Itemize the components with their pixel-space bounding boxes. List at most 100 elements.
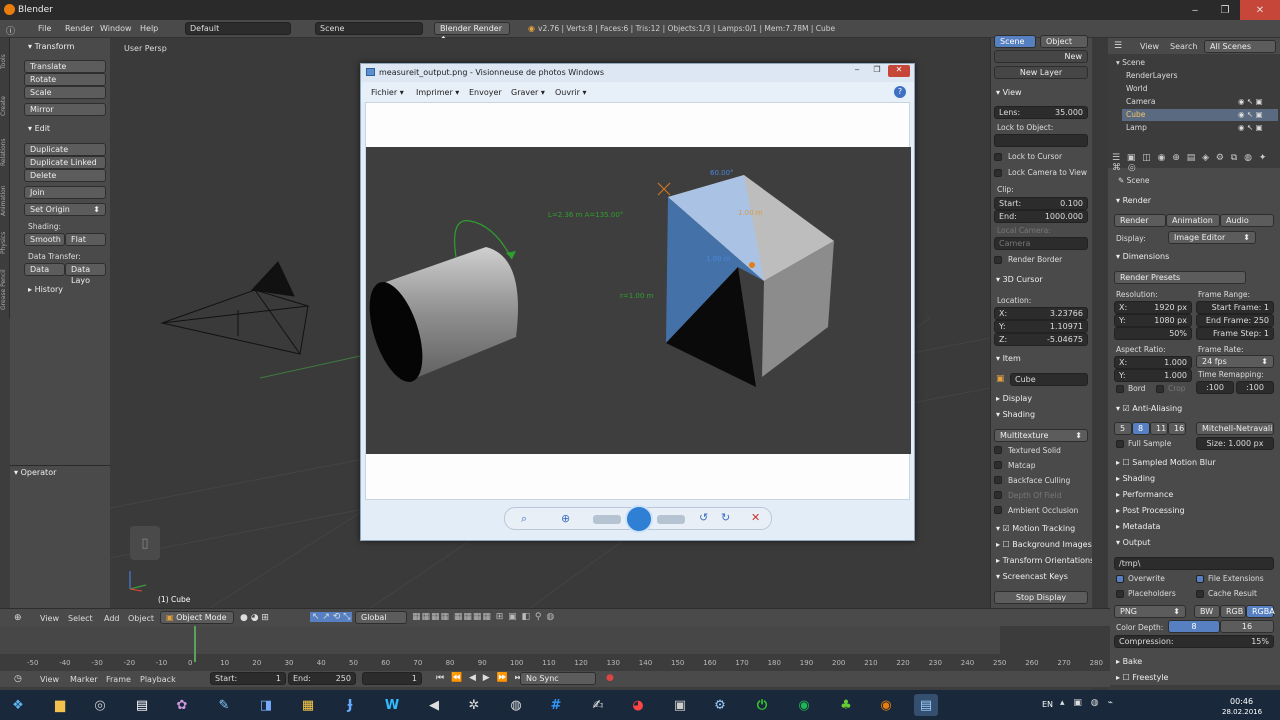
aspect-y-field[interactable]: Y: 1.000 bbox=[1114, 369, 1192, 382]
clip-start-field[interactable]: Start: 0.100 bbox=[994, 197, 1088, 210]
zoom-icon[interactable]: ⌕ bbox=[521, 512, 527, 526]
bg-images-header[interactable]: ▸ ☐ Background Images bbox=[996, 540, 1092, 549]
app-icon-7[interactable]: ◀ bbox=[422, 694, 446, 716]
render-engine-select[interactable]: Blender Render ⬍ bbox=[434, 22, 510, 44]
outliner-item-lamp[interactable]: Lamp bbox=[1126, 123, 1147, 132]
rgba-button[interactable]: RGBA bbox=[1246, 605, 1275, 618]
history-panel-header[interactable]: ▸ History bbox=[28, 285, 63, 294]
remap-new-field[interactable]: :100 bbox=[1236, 381, 1274, 394]
layout-selector[interactable]: Default bbox=[185, 22, 291, 35]
backface-checkbox[interactable] bbox=[994, 476, 1002, 484]
layer-buttons[interactable]: ▦▦▦▦ ▦▦▦▦ ⊞ ▣ ◧ ⚲ ◍ bbox=[412, 612, 555, 622]
display-panel-header[interactable]: ▸ Display bbox=[996, 394, 1032, 403]
notepad-icon[interactable]: ▤ bbox=[130, 694, 154, 716]
depth-16-button[interactable]: 16 bbox=[1220, 620, 1274, 633]
ao-checkbox[interactable] bbox=[994, 506, 1002, 514]
end-frame-input[interactable]: End: 250 bbox=[288, 672, 356, 685]
menu-graver[interactable]: Graver ▾ bbox=[511, 88, 545, 97]
remap-old-field[interactable]: :100 bbox=[1196, 381, 1234, 394]
cursor-x-field[interactable]: X: 3.23766 bbox=[994, 307, 1088, 320]
render-audio-button[interactable]: Audio bbox=[1220, 214, 1274, 227]
res-x-field[interactable]: X: 1920 px bbox=[1114, 301, 1192, 314]
tl-frame-menu[interactable]: Frame bbox=[106, 675, 131, 684]
output-header[interactable]: ▾ Output bbox=[1116, 538, 1150, 547]
transform-panel-header[interactable]: ▾ Transform bbox=[28, 42, 74, 51]
cursor-y-field[interactable]: Y: 1.10971 bbox=[994, 320, 1088, 333]
aa-8-button[interactable]: 8 bbox=[1132, 422, 1150, 435]
render-presets-select[interactable]: Render Presets bbox=[1114, 271, 1246, 284]
tl-playback-menu[interactable]: Playback bbox=[140, 675, 176, 684]
steam-icon[interactable]: ⚙ bbox=[708, 694, 732, 716]
mirror-button[interactable]: Mirror bbox=[24, 103, 106, 116]
file-format-select[interactable]: PNG ⬍ bbox=[1114, 605, 1186, 618]
sync-select[interactable]: No Sync bbox=[520, 672, 596, 685]
tab-animation[interactable]: Animation bbox=[0, 178, 10, 224]
vp-view-menu[interactable]: View bbox=[40, 614, 59, 623]
start-icon[interactable]: ❖ bbox=[6, 694, 30, 716]
menu-imprimer[interactable]: Imprimer ▾ bbox=[416, 88, 459, 97]
vp-add-menu[interactable]: Add bbox=[104, 614, 120, 623]
local-camera-field[interactable]: Camera bbox=[994, 237, 1088, 250]
app-icon-1[interactable]: ✿ bbox=[170, 694, 194, 716]
motion-blur-header[interactable]: ▸ ☐ Sampled Motion Blur bbox=[1116, 458, 1216, 467]
spotify-icon[interactable]: ◉ bbox=[792, 694, 816, 716]
item-panel-header[interactable]: ▾ Item bbox=[996, 354, 1021, 363]
menu-ouvrir[interactable]: Ouvrir ▾ bbox=[555, 88, 586, 97]
aspect-x-field[interactable]: X: 1.000 bbox=[1114, 356, 1192, 369]
menu-envoyer[interactable]: Envoyer bbox=[469, 88, 502, 97]
slideshow-button[interactable] bbox=[625, 505, 653, 533]
screencast-header[interactable]: ▾ Screencast Keys bbox=[996, 572, 1068, 581]
outliner-item-world[interactable]: World bbox=[1126, 84, 1148, 93]
cursor-z-field[interactable]: Z: -5.04675 bbox=[994, 333, 1088, 346]
compression-slider[interactable]: Compression: 15% bbox=[1114, 635, 1274, 648]
fps-select[interactable]: 24 fps ⬍ bbox=[1196, 355, 1274, 368]
fit-window-icon[interactable]: ⊕ bbox=[561, 512, 570, 525]
translate-button[interactable]: Translate bbox=[24, 60, 106, 73]
menu-file[interactable]: File bbox=[38, 24, 51, 33]
render-animation-button[interactable]: Animation bbox=[1166, 214, 1220, 227]
new-button[interactable]: New bbox=[994, 50, 1088, 63]
next-button[interactable] bbox=[657, 515, 685, 524]
menu-window[interactable]: Window bbox=[100, 24, 132, 33]
lock-cursor-checkbox[interactable] bbox=[994, 153, 1002, 161]
aa-16-button[interactable]: 16 bbox=[1168, 422, 1186, 435]
matcap-checkbox[interactable] bbox=[994, 461, 1002, 469]
performance-header[interactable]: ▸ Performance bbox=[1116, 490, 1173, 499]
display-select[interactable]: Image Editor ⬍ bbox=[1168, 231, 1256, 244]
smooth-button[interactable]: Smooth bbox=[24, 233, 65, 246]
post-processing-header[interactable]: ▸ Post Processing bbox=[1116, 506, 1185, 515]
menu-render[interactable]: Render bbox=[65, 24, 93, 33]
orientation-select[interactable]: Global bbox=[355, 611, 407, 624]
transform-orient-header[interactable]: ▸ Transform Orientations bbox=[996, 556, 1094, 565]
visibility-eye-icon[interactable]: ◉ ↖ ▣ bbox=[1238, 97, 1263, 106]
app-icon-8[interactable]: ✲ bbox=[462, 694, 486, 716]
full-sample-checkbox[interactable] bbox=[1116, 440, 1124, 448]
scene-toggle[interactable]: Scene bbox=[994, 35, 1036, 48]
new-layer-button[interactable]: New Layer bbox=[994, 66, 1088, 79]
vp-select-menu[interactable]: Select bbox=[68, 614, 93, 623]
scale-button[interactable]: Scale bbox=[24, 86, 106, 99]
metadata-header[interactable]: ▸ Metadata bbox=[1116, 522, 1160, 531]
timeline-editor-icon[interactable]: ◷ bbox=[14, 674, 22, 684]
playback-controls[interactable]: ⏮ ⏪ ◀ ▶ ⏩ ⏭ bbox=[436, 673, 525, 683]
app-icon-13[interactable]: ⏻ bbox=[750, 694, 774, 716]
outliner-item-camera[interactable]: Camera bbox=[1126, 97, 1155, 106]
app-icon-2[interactable]: ✎ bbox=[212, 694, 236, 716]
tab-physics[interactable]: Physics bbox=[0, 228, 10, 258]
record-icon[interactable]: ● bbox=[606, 673, 614, 683]
rgb-button[interactable]: RGB bbox=[1220, 605, 1246, 618]
dimensions-panel-header[interactable]: ▾ Dimensions bbox=[1116, 252, 1169, 261]
app-icon-6[interactable]: W bbox=[380, 694, 404, 716]
res-percent-field[interactable]: 50% bbox=[1114, 327, 1192, 340]
aa-11-button[interactable]: 11 bbox=[1150, 422, 1168, 435]
textured-solid-checkbox[interactable] bbox=[994, 446, 1002, 454]
3d-cursor-panel-header[interactable]: ▾ 3D Cursor bbox=[996, 275, 1043, 284]
object-toggle[interactable]: Object bbox=[1040, 35, 1088, 48]
minimize-button[interactable]: ‒ bbox=[1180, 0, 1210, 20]
clock-time[interactable]: 00:46 bbox=[1230, 697, 1253, 706]
placeholders-checkbox[interactable] bbox=[1116, 590, 1124, 598]
outliner-view-menu[interactable]: View bbox=[1140, 42, 1159, 51]
item-name-field[interactable]: Cube bbox=[1010, 373, 1088, 386]
duplicate-linked-button[interactable]: Duplicate Linked bbox=[24, 156, 106, 169]
close-button[interactable]: ✕ bbox=[1240, 0, 1280, 20]
